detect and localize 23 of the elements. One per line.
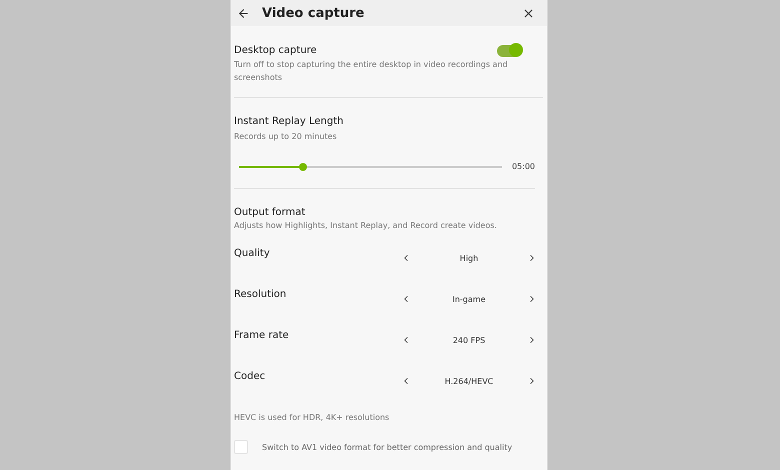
panel-title: Video capture: [262, 6, 366, 20]
toggle-switch[interactable]: [497, 45, 521, 57]
setting-description: Turn off to stop capturing the entire desktop in video recordings and screenshots: [234, 59, 509, 84]
close-icon[interactable]: [522, 6, 535, 20]
checkbox[interactable]: [234, 440, 248, 454]
setting-label: Quality: [234, 248, 271, 259]
setting-value: In-game: [451, 294, 486, 304]
setting-label: Codec: [234, 371, 266, 382]
codec-note: HEVC is used for HDR, 4K+ resolutions: [234, 413, 390, 422]
slider-thumb[interactable]: [299, 162, 308, 170]
setting-value: 240 FPS: [452, 336, 486, 344]
setting-title: Instant Replay Length: [234, 116, 344, 127]
setting-description: Records up to 20 minutes: [234, 131, 338, 143]
setting-label: Frame rate: [234, 330, 290, 341]
slider-reading: 05:00: [512, 162, 535, 171]
setting-value: H.264/HEVC: [444, 376, 494, 386]
back-icon[interactable]: [237, 6, 250, 20]
setting-label: Resolution: [234, 289, 288, 300]
setting-value: High: [458, 254, 480, 262]
section-title: Output format: [234, 207, 306, 218]
section-description: Adjusts how Highlights, Instant Replay, and Record create videos.: [234, 220, 498, 232]
setting-title: Desktop capture: [234, 45, 317, 56]
checkbox-label: Switch to AV1 video format for better compression and quality: [262, 442, 512, 452]
